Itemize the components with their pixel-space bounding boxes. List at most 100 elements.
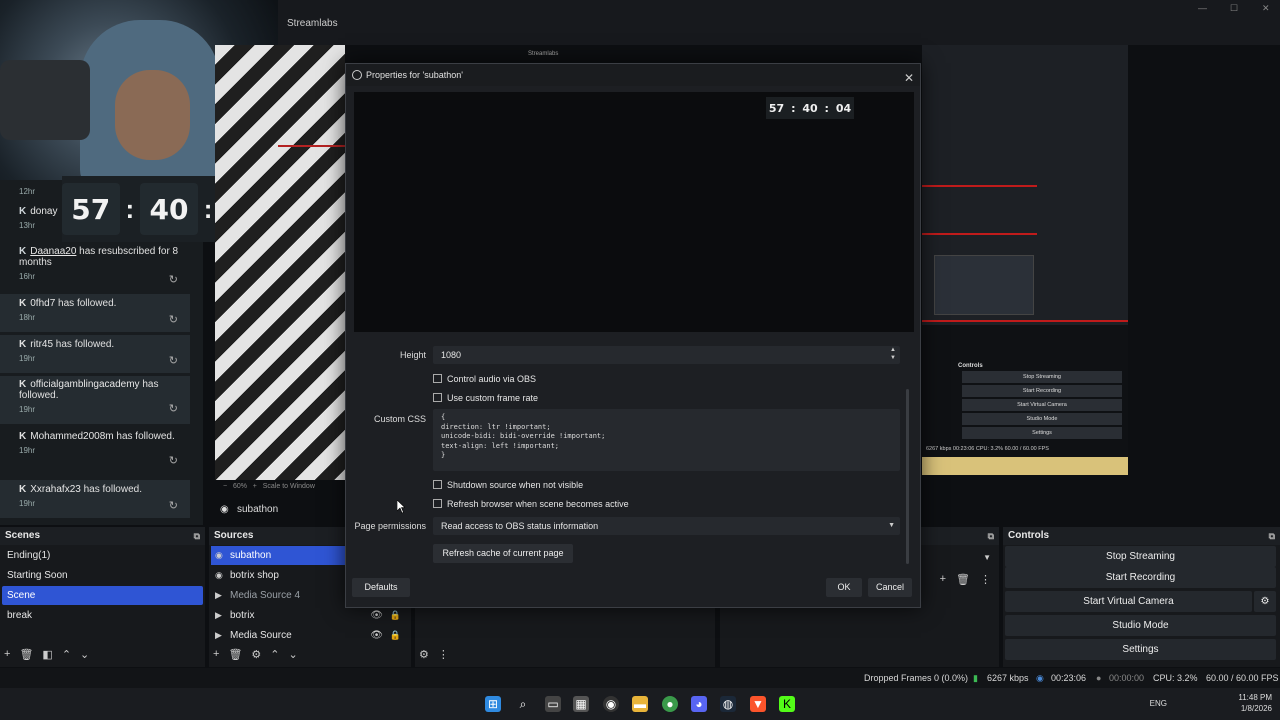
scene-item[interactable]: break [2,606,203,625]
dropdown-arrow-icon[interactable]: ▼ [983,553,991,562]
scene-preview[interactable] [215,45,348,480]
scale-to-window[interactable]: Scale to Window [263,483,315,490]
gear-icon[interactable]: ⚙ [251,648,261,661]
add-icon[interactable]: + [4,648,10,661]
custom-css-editor[interactable]: { direction: ltr !important; unicode-bid… [433,409,900,471]
start-recording-button[interactable]: Start Recording [1005,567,1276,588]
feed-time: 19hr [19,499,36,508]
nested-obs-preview: Controls Stop Streaming Start Recording … [922,45,1128,475]
scene-item[interactable]: Starting Soon [2,566,203,585]
page-permissions-label: Page permissions [354,521,426,531]
move-down-icon[interactable]: ⌄ [80,648,89,661]
nested-app-title: Streamlabs [528,51,559,57]
clock-date[interactable]: 1/8/2026 [1238,703,1272,714]
shutdown-source-checkbox[interactable]: Shutdown source when not visible [433,479,583,491]
checkbox-box[interactable] [433,374,442,383]
brave-icon[interactable]: ▼ [750,696,766,712]
trash-icon[interactable]: 🗑 [19,648,33,661]
language-indicator[interactable]: ENG [1150,698,1167,709]
refresh-icon[interactable]: ↻ [169,273,178,286]
defaults-button[interactable]: Defaults [352,578,410,597]
windows-start-icon[interactable]: ⊞ [485,696,501,712]
steam-icon[interactable]: ◍ [720,696,736,712]
feed-username: 0fhd7 [30,298,56,309]
studio-mode-button[interactable]: Studio Mode [1005,615,1276,636]
virtual-camera-settings-icon[interactable]: ⚙ [1254,591,1276,612]
lock-icon[interactable]: 🔒 [390,626,401,645]
chevron-down-icon[interactable]: ▼ [888,517,895,535]
cancel-button[interactable]: Cancel [868,578,912,597]
dock-icon[interactable]: ⧉ [988,527,994,545]
move-up-icon[interactable]: ⌃ [62,648,71,661]
trash-icon[interactable]: 🗑 [228,648,242,661]
mouse-cursor-icon [397,500,405,514]
nested-settings: Settings [962,427,1122,439]
refresh-browser-checkbox[interactable]: Refresh browser when scene becomes activ… [433,498,629,510]
refresh-icon[interactable]: ↻ [169,402,178,415]
spinner-icon[interactable]: ▲ ▼ [890,346,896,362]
file-explorer-icon[interactable]: ▬ [632,696,648,712]
height-input[interactable]: 1080 ▲ ▼ [433,346,900,364]
source-name: Media Source [230,630,292,641]
dock-icon[interactable]: ⧉ [1269,527,1275,545]
zoom-minus-icon[interactable]: − [223,483,227,490]
kick-icon: K [19,484,27,495]
filter-icon[interactable]: ◧ [42,648,52,661]
more-icon[interactable]: ⋮ [980,573,991,586]
clock-time[interactable]: 11:48 PM [1238,692,1272,703]
chrome-icon[interactable]: ● [662,696,678,712]
trash-icon[interactable]: 🗑 [956,573,970,586]
discord-icon[interactable]: ◕ [691,696,707,712]
refresh-icon[interactable]: ↻ [169,454,178,467]
dock-icon[interactable]: ⧉ [194,527,200,545]
refresh-icon[interactable]: ↻ [169,313,178,326]
obs-icon[interactable]: ◉ [603,696,619,712]
visibility-icon[interactable]: 👁 [370,626,383,645]
nested-red-line [922,185,1037,187]
task-view-icon[interactable]: ▭ [545,696,561,712]
add-icon[interactable]: + [213,648,219,661]
app-title: Streamlabs [287,18,338,29]
checkbox-box[interactable] [433,480,442,489]
height-value: 1080 [441,350,462,360]
refresh-cache-button[interactable]: Refresh cache of current page [433,544,573,563]
kick-icon[interactable]: K [779,696,795,712]
close-window-icon[interactable]: ✕ [1262,3,1270,14]
move-up-icon[interactable]: ⌃ [270,648,279,661]
scene-item-active[interactable]: Scene [2,586,203,605]
settings-button[interactable]: Settings [1005,639,1276,660]
more-icon[interactable]: ⋮ [438,648,449,661]
feed-text: has followed. [55,298,117,309]
lock-icon[interactable]: 🔒 [390,606,401,625]
add-icon[interactable]: + [940,573,946,586]
refresh-icon[interactable]: ↻ [169,354,178,367]
search-icon[interactable]: ⌕ [515,696,531,712]
zoom-plus-icon[interactable]: + [253,483,257,490]
store-icon[interactable]: ▦ [573,696,589,712]
feed-username: officialgamblingacademy [30,379,140,390]
nested-red-line [922,320,1128,322]
dropped-frames: Dropped Frames 0 (0.0%) [864,673,969,683]
visibility-icon[interactable]: 👁 [370,606,383,625]
page-permissions-select[interactable]: Read access to OBS status information ▼ [433,517,900,535]
custom-frame-rate-checkbox[interactable]: Use custom frame rate [433,392,538,404]
start-virtual-camera-button[interactable]: Start Virtual Camera [1005,591,1252,612]
checkbox-box[interactable] [433,499,442,508]
scene-item[interactable]: Ending(1) [2,546,203,565]
control-audio-checkbox[interactable]: Control audio via OBS [433,373,536,385]
close-icon[interactable]: ✕ [904,67,914,89]
dialog-scrollbar[interactable] [906,389,909,564]
ok-button[interactable]: OK [826,578,862,597]
timer-hours: 57 [62,183,120,235]
minimize-icon[interactable]: — [1198,3,1207,13]
refresh-icon[interactable]: ↻ [169,499,178,512]
checkbox-box[interactable] [433,393,442,402]
stop-streaming-button[interactable]: Stop Streaming [1005,546,1276,567]
move-down-icon[interactable]: ⌄ [289,648,298,661]
mixer-settings-icon[interactable]: ⚙ [419,648,429,661]
source-item[interactable]: ▶ botrix 👁 🔒 [211,606,409,625]
source-item[interactable]: ▶ Media Source 👁 🔒 [211,626,409,645]
maximize-icon[interactable]: ☐ [1230,3,1238,14]
timer-separator: : [125,193,135,224]
preview-timer-seconds: 04 [835,101,852,115]
